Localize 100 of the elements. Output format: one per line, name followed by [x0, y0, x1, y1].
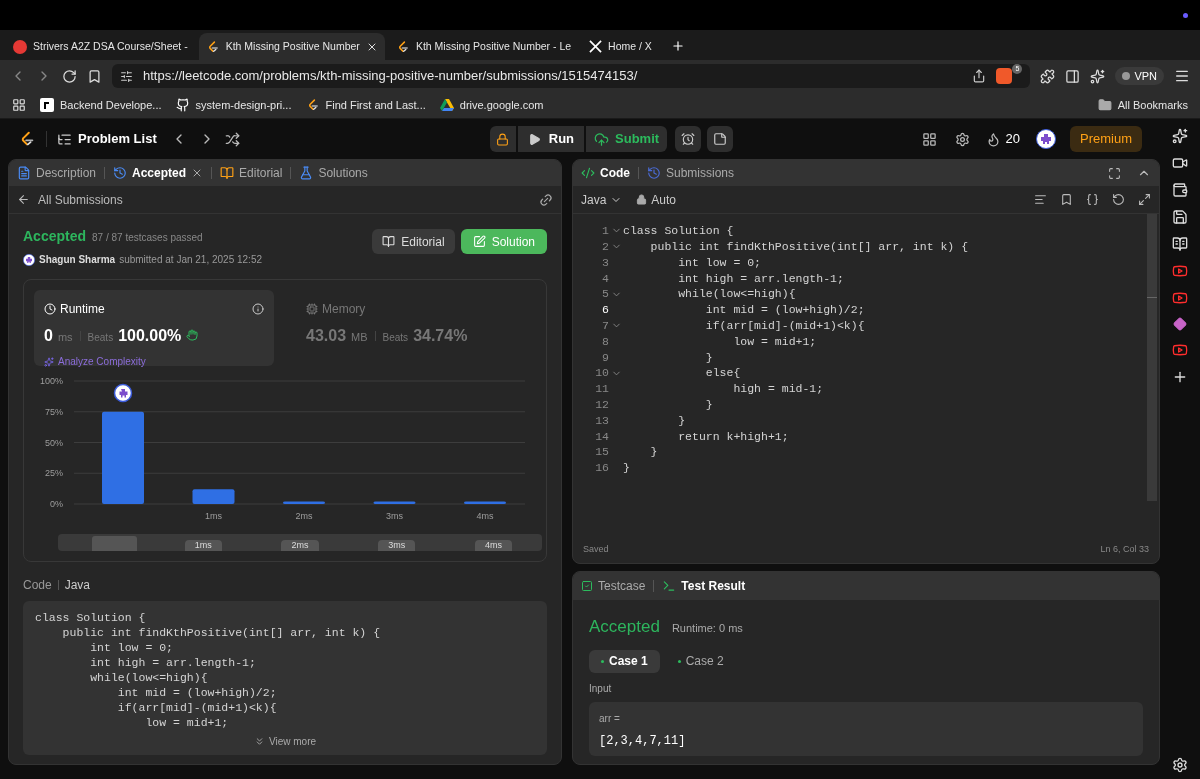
panel-tab[interactable]: Testcase: [581, 577, 646, 595]
bookmark-item[interactable]: Find First and Last...: [305, 96, 426, 114]
axis-label: 3ms: [386, 511, 403, 521]
settings-icon[interactable]: [954, 131, 970, 147]
run-button[interactable]: Run: [517, 126, 585, 152]
line-number: 14: [594, 428, 609, 445]
streak-counter[interactable]: 20: [985, 129, 1020, 149]
shuffle-icon[interactable]: [224, 131, 240, 147]
bookmark-icon[interactable]: [87, 68, 102, 84]
play-icon: [527, 132, 541, 146]
browser-tab[interactable]: Home / X: [582, 33, 659, 60]
code-line: low = mid+1;: [732, 333, 817, 350]
settings-icon[interactable]: [1172, 757, 1188, 773]
flask-icon: [299, 166, 314, 180]
bookmark-icon[interactable]: [1060, 193, 1073, 206]
bookmark-item[interactable]: system-design-pri...: [175, 96, 292, 114]
case-tab[interactable]: Case 2: [665, 649, 736, 673]
book-icon[interactable]: [1172, 236, 1188, 252]
history-icon: [113, 166, 128, 180]
app-logo-icon: [40, 98, 54, 112]
premium-button[interactable]: Premium: [1070, 126, 1142, 152]
code-line: class Solution {: [35, 610, 146, 625]
input-name: arr =: [599, 711, 621, 726]
browser-tab[interactable]: Strivers A2Z DSA Course/Sheet -: [6, 33, 195, 60]
browser-tab[interactable]: Kth Missing Positive Number - Le: [388, 33, 579, 60]
panel-tab[interactable]: Description: [17, 164, 97, 182]
code-line: }: [649, 444, 658, 461]
line-number: 5: [601, 286, 609, 303]
video-icon[interactable]: [1172, 155, 1188, 171]
video-play-icon[interactable]: [1172, 290, 1188, 306]
video-play-icon[interactable]: [1172, 342, 1188, 358]
panel-tab[interactable]: Test Result: [662, 577, 746, 595]
reset-icon[interactable]: [1112, 193, 1125, 206]
new-tab-icon[interactable]: [670, 39, 685, 53]
bookmark-item[interactable]: drive.google.com: [439, 96, 544, 114]
braces-icon[interactable]: [1086, 193, 1099, 206]
bar: [464, 501, 506, 504]
shield-button[interactable]: [996, 68, 1013, 84]
code-line: public int findKthPositive(int[] arr, int k) {: [61, 625, 381, 640]
panel-tab[interactable]: Editorial: [220, 164, 283, 182]
timer-button[interactable]: [675, 126, 702, 152]
wallet-icon[interactable]: [1172, 182, 1188, 198]
line-number: 6: [601, 302, 609, 319]
code-line: if(arr[mid]-(mid+1)<k){: [704, 318, 865, 335]
metric-card[interactable]: Memory 43.03 MB Beats 34.74%: [296, 290, 536, 366]
language-dropdown[interactable]: Java: [581, 190, 623, 209]
code-line: else{: [704, 365, 741, 382]
input-value: [2,3,4,7,11]: [599, 732, 687, 750]
axis-label: 50%: [45, 437, 63, 448]
reload-icon[interactable]: [62, 68, 77, 84]
metric-value: 0: [44, 326, 53, 346]
metric-card[interactable]: Runtime 0 ms Beats 100.00% Analyze Complexity: [34, 290, 274, 366]
panel-tab[interactable]: Submissions: [647, 164, 735, 182]
problem-list-link[interactable]: Problem List: [78, 129, 157, 149]
apps-icon[interactable]: [12, 98, 26, 112]
case-tab[interactable]: Case 1: [589, 649, 660, 673]
sidebar-icon[interactable]: [1065, 68, 1081, 84]
panel-tab[interactable]: Solutions: [299, 164, 368, 182]
line-number: 2: [601, 239, 609, 256]
code-line: }: [677, 412, 686, 429]
axis-label: 75%: [45, 406, 63, 417]
fullscreen-icon[interactable]: [1108, 166, 1121, 180]
sparkle-icon[interactable]: [1172, 128, 1188, 144]
code-line: int mid = (low+high)/2;: [116, 685, 277, 700]
code-line: while(low<=high){: [89, 670, 208, 685]
diamond-icon[interactable]: [1173, 317, 1187, 331]
submit-button[interactable]: Submit: [586, 126, 668, 152]
menu-icon[interactable]: [1174, 68, 1190, 84]
expand-icon[interactable]: [1138, 193, 1151, 206]
sparkle-icon[interactable]: [1090, 68, 1106, 84]
code-line: return k+high+1;: [677, 428, 789, 445]
browser-tab[interactable]: Kth Missing Positive Number: [198, 33, 385, 60]
code-line: }: [704, 397, 713, 414]
status-text: Accepted: [589, 616, 660, 638]
add-icon[interactable]: [1172, 369, 1188, 385]
bookmark-item[interactable]: Backend Develope...: [40, 96, 162, 114]
avatar-icon: [113, 383, 133, 403]
range-slider[interactable]: 1ms 2ms 3ms 4ms: [58, 534, 542, 551]
video-play-icon[interactable]: [1172, 263, 1188, 279]
share-icon[interactable]: [972, 69, 987, 83]
notes-button[interactable]: [707, 126, 734, 152]
all-bookmarks-item[interactable]: All Bookmarks: [1097, 96, 1188, 114]
debug-button[interactable]: [489, 126, 516, 152]
panel-tab[interactable]: Code: [581, 164, 630, 182]
layout-icon[interactable]: [921, 131, 937, 147]
all-submissions-link[interactable]: All Submissions: [38, 190, 123, 209]
editorial-button[interactable]: Editorial: [372, 229, 455, 254]
back-arrow-icon[interactable]: [17, 193, 30, 206]
list-icon[interactable]: [57, 131, 72, 147]
info-icon[interactable]: [252, 303, 264, 315]
view-more-button[interactable]: View more: [253, 734, 317, 749]
axis-label: 2ms: [295, 511, 313, 521]
panel-tab[interactable]: Accepted: [113, 164, 204, 182]
bar: [373, 501, 416, 504]
beats-label: Beats: [382, 331, 409, 345]
site-settings-icon[interactable]: [120, 69, 133, 83]
format-icon[interactable]: [1034, 193, 1047, 206]
save-icon[interactable]: [1172, 209, 1188, 225]
vpn-button[interactable]: VPN: [1115, 67, 1164, 85]
extensions-icon[interactable]: [1040, 68, 1056, 84]
